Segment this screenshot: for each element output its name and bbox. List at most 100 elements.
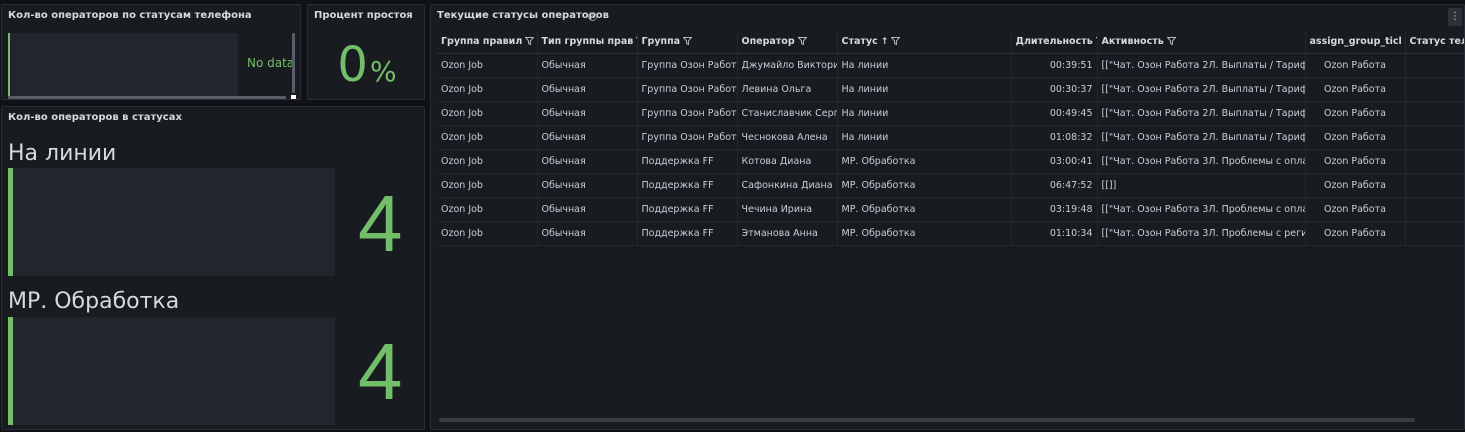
status-bar-accent <box>8 317 13 425</box>
table-cell: МР. Обработка <box>837 197 1012 222</box>
table-cell: [["Чат. Озон Работа 2Л. Выплаты / Тарифы… <box>1097 125 1306 150</box>
table-cell: Джумайло Виктория <box>737 53 838 78</box>
status-bar <box>8 168 335 276</box>
table-row[interactable]: Ozon Job Обычная Группа Озон Работа Левина … <box>437 77 1464 102</box>
table-cell <box>1405 53 1464 78</box>
table-cell: 03:19:48 <box>1011 197 1098 222</box>
column-header-label: Тип группы прав <box>541 36 634 48</box>
table-cell: Обычная <box>537 221 638 246</box>
table-cell: 01:10:34 <box>1011 221 1098 246</box>
table-cell: Обычная <box>537 53 638 78</box>
sort-ascending-icon[interactable]: ↑ <box>881 37 889 47</box>
table-cell: Котова Диана <box>737 149 838 174</box>
panel-title[interactable]: Кол-во операторов по статусам телефона <box>8 10 252 21</box>
table-header-row: Группа правил Тип группы прав Группа Опе… <box>437 31 1464 54</box>
operator-table: Группа правил Тип группы прав Группа Опе… <box>437 31 1464 246</box>
table-cell: Обычная <box>537 149 638 174</box>
table-cell <box>1405 221 1464 246</box>
horizontal-scrollbar[interactable] <box>8 96 286 99</box>
table-cell: Ozon Job <box>437 149 538 174</box>
table-cell: Ozon Работа <box>1305 149 1406 174</box>
column-header[interactable]: Статус теле <box>1405 31 1464 54</box>
filter-icon[interactable] <box>1166 37 1176 46</box>
table-cell: Обычная <box>537 125 638 150</box>
table-cell: На линии <box>837 125 1012 150</box>
filter-icon[interactable] <box>891 37 901 46</box>
stat-value: 0 <box>337 37 368 93</box>
table-cell: Обычная <box>537 197 638 222</box>
plot-area <box>8 33 238 96</box>
table-row[interactable]: Ozon Job Обычная Группа Озон Работа Станисл… <box>437 101 1464 126</box>
table-cell <box>1405 149 1464 174</box>
column-header[interactable]: assign_group_ticl <box>1305 31 1406 54</box>
table-cell: МР. Обработка <box>837 149 1012 174</box>
table-row[interactable]: Ozon Job Обычная Поддержка FF Этманова Анна… <box>437 221 1464 246</box>
table-cell: На линии <box>837 77 1012 102</box>
table-cell: Поддержка FF <box>637 149 738 174</box>
table-cell: [["Чат. Озон Работа 3Л. Проблемы с оплат… <box>1097 149 1306 174</box>
vertical-scrollbar[interactable] <box>292 33 295 93</box>
column-header[interactable]: Группа правил <box>437 31 538 54</box>
table-row[interactable]: Ozon Job Обычная Группа Озон Работа Чесноко… <box>437 125 1464 150</box>
table-row[interactable]: Ozon Job Обычная Группа Озон Работа Джумайл… <box>437 53 1464 78</box>
table-cell: Группа Озон Работа <box>637 101 738 126</box>
table-cell: 00:30:37 <box>1011 77 1098 102</box>
table-cell: Этманова Анна <box>737 221 838 246</box>
table-cell: На линии <box>837 101 1012 126</box>
table-cell: Станиславчик Сергей <box>737 101 838 126</box>
status-label: На линии <box>8 141 117 166</box>
table-cell: Поддержка FF <box>637 221 738 246</box>
table-row[interactable]: Ozon Job Обычная Поддержка FF Котова Диана М… <box>437 149 1464 174</box>
column-header-label: Группа <box>641 36 681 48</box>
column-header-label: Группа правил <box>441 36 523 48</box>
idle-percent-panel: Процент простоя 0% <box>307 4 425 100</box>
table-row[interactable]: Ozon Job Обычная Поддержка FF Сафонкина Диа… <box>437 173 1464 198</box>
filter-icon[interactable] <box>683 37 693 46</box>
table-cell: Обычная <box>537 101 638 126</box>
table-cell: МР. Обработка <box>837 173 1012 198</box>
info-icon[interactable]: i <box>588 12 597 21</box>
table-cell: Ozon Работа <box>1305 77 1406 102</box>
table-cell <box>1405 125 1464 150</box>
table-cell: Чечина Ирина <box>737 197 838 222</box>
table-cell <box>1405 173 1464 198</box>
column-header[interactable]: Группа <box>637 31 738 54</box>
filter-icon[interactable] <box>525 37 535 46</box>
panel-title[interactable]: Кол-во операторов в статусах <box>8 112 182 123</box>
column-header[interactable]: Длительность <box>1011 31 1098 54</box>
panel-menu-button[interactable]: ⋮ <box>1448 8 1462 26</box>
column-header[interactable]: Тип группы прав <box>537 31 638 54</box>
table-row[interactable]: Ozon Job Обычная Поддержка FF Чечина Ирина М… <box>437 197 1464 222</box>
status-label: МР. Обработка <box>8 289 180 314</box>
panel-title[interactable]: Процент простоя <box>314 10 413 21</box>
column-header[interactable]: Статус ↑ <box>837 31 1012 54</box>
table-cell: МР. Обработка <box>837 221 1012 246</box>
resize-handle[interactable] <box>291 95 296 99</box>
table-cell: Ozon Job <box>437 221 538 246</box>
table-cell: Ozon Работа <box>1305 197 1406 222</box>
table-cell: Ozon Job <box>437 101 538 126</box>
table-cell: [["Чат. Озон Работа 2Л. Выплаты / Тарифы… <box>1097 53 1306 78</box>
table-cell <box>1405 77 1464 102</box>
table-cell: Ozon Работа <box>1305 101 1406 126</box>
status-bar <box>8 317 335 425</box>
table-cell: Группа Озон Работа <box>637 125 738 150</box>
horizontal-scrollbar[interactable] <box>439 418 1415 422</box>
table-cell: Ozon Job <box>437 53 538 78</box>
table-cell: Ozon Работа <box>1305 125 1406 150</box>
column-header[interactable]: Оператор <box>737 31 838 54</box>
table-cell: Обычная <box>537 173 638 198</box>
phone-status-panel: Кол-во операторов по статусам телефона N… <box>1 4 301 100</box>
table-cell: Ozon Работа <box>1305 53 1406 78</box>
table-cell: Ozon Job <box>437 125 538 150</box>
column-header[interactable]: Активность <box>1097 31 1306 54</box>
table-cell: Сафонкина Диана <box>737 173 838 198</box>
operator-statuses-panel: Текущие статусы операторов i ⋮ Группа пр… <box>430 4 1465 430</box>
table-cell: Левина Ольга <box>737 77 838 102</box>
filter-icon[interactable] <box>797 37 807 46</box>
table-cell: 03:00:41 <box>1011 149 1098 174</box>
no-data-label: No data <box>247 56 295 70</box>
table-cell: [["Чат. Озон Работа 3Л. Проблемы с оплат… <box>1097 197 1306 222</box>
panel-title[interactable]: Текущие статусы операторов <box>437 10 609 21</box>
table-cell <box>1405 197 1464 222</box>
